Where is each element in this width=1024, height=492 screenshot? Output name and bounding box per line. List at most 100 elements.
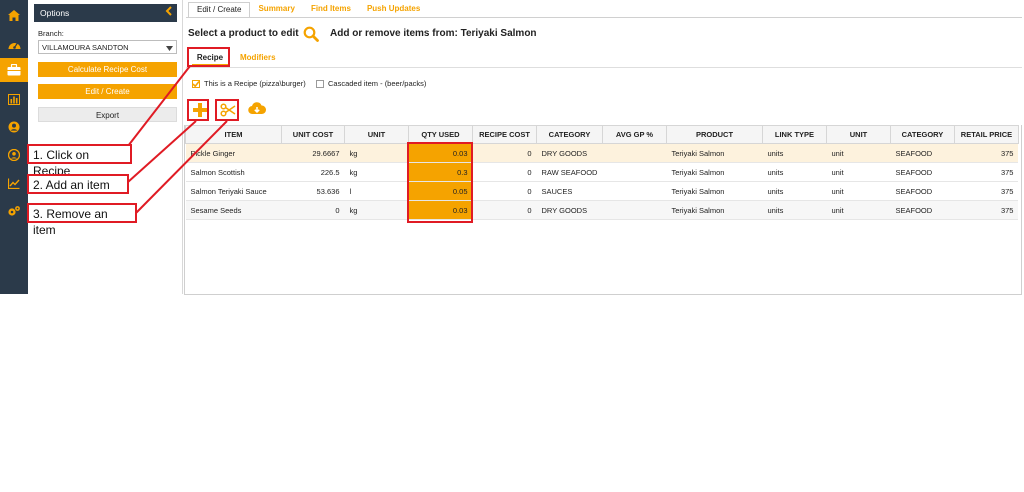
column-header[interactable]: CATEGORY <box>536 125 603 144</box>
cell-product-category: SEAFOOD <box>890 200 955 220</box>
bar-chart-icon[interactable] <box>7 92 21 106</box>
branch-select[interactable]: VILLAMOURA SANDTON <box>38 40 177 54</box>
column-header[interactable]: CATEGORY <box>889 125 955 144</box>
main-tabs: Edit / Create Summary Find Items Push Up… <box>188 2 428 17</box>
settings-icon[interactable] <box>7 204 21 218</box>
cell-link-type: units <box>762 162 827 182</box>
cell-retail-price: 375 <box>954 200 1019 220</box>
cell-avg-gp <box>602 162 667 182</box>
cell-item: Salmon Teriyaki Sauce <box>185 181 282 201</box>
cell-product-unit: unit <box>826 200 891 220</box>
cell-recipe-cost: 0 <box>472 162 537 182</box>
table-row[interactable]: Pickle Ginger 29.6667 kg 0.03 0 DRY GOOD… <box>185 143 1019 163</box>
cell-unit: kg <box>344 200 409 220</box>
tab-push-updates[interactable]: Push Updates <box>359 2 428 17</box>
cell-product: Teriyaki Salmon <box>666 200 763 220</box>
branch-value: VILLAMOURA SANDTON <box>42 43 129 52</box>
cell-avg-gp <box>602 143 667 163</box>
cell-retail-price: 375 <box>954 162 1019 182</box>
icon-rail <box>0 0 28 294</box>
cell-unit-cost: 29.6667 <box>281 143 345 163</box>
add-item-highlight-box <box>187 99 209 121</box>
column-header[interactable]: ITEM <box>185 125 282 144</box>
recipe-highlight-box <box>187 47 230 67</box>
table-header-row: ITEM UNIT COST UNIT QTY USED RECIPE COST… <box>185 125 1019 144</box>
cell-recipe-cost: 0 <box>472 143 537 163</box>
subtab-modifiers[interactable]: Modifiers <box>240 52 276 66</box>
column-header[interactable]: RETAIL PRICE <box>953 125 1019 144</box>
cell-link-type: units <box>762 181 827 201</box>
cell-unit-cost: 0 <box>281 200 345 220</box>
table-row[interactable]: Sesame Seeds 0 kg 0.03 0 DRY GOODS Teriy… <box>185 200 1019 220</box>
add-remove-title: Add or remove items from: Teriyaki Salmo… <box>330 28 537 39</box>
cell-item: Sesame Seeds <box>185 200 282 220</box>
column-header[interactable]: QTY USED <box>408 125 473 144</box>
account-icon[interactable] <box>7 148 21 162</box>
cell-category: DRY GOODS <box>536 143 603 163</box>
column-header[interactable]: PRODUCT <box>665 125 763 144</box>
tab-summary[interactable]: Summary <box>250 2 302 17</box>
cell-product-category: SEAFOOD <box>890 162 955 182</box>
remove-item-highlight-box <box>215 99 239 121</box>
cell-item: Pickle Ginger <box>185 143 282 163</box>
cell-link-type: units <box>762 143 827 163</box>
column-header[interactable]: UNIT COST <box>281 125 345 144</box>
collapse-chevron-icon[interactable] <box>165 6 173 18</box>
cell-link-type: units <box>762 200 827 220</box>
branch-label: Branch: <box>38 29 64 38</box>
cell-item: Salmon Scottish <box>185 162 282 182</box>
tabs-divider <box>186 17 1022 18</box>
cell-category: SAUCES <box>536 181 603 201</box>
cell-product-category: SEAFOOD <box>890 143 955 163</box>
dashboard-icon[interactable] <box>7 37 21 51</box>
is-recipe-label: This is a Recipe (pizza\burger) <box>204 79 306 88</box>
is-recipe-checkbox[interactable] <box>192 79 200 88</box>
column-header[interactable]: AVG GP % <box>601 125 667 144</box>
briefcase-icon[interactable] <box>0 58 28 82</box>
cell-unit-cost: 226.5 <box>281 162 345 182</box>
cascaded-checkbox[interactable] <box>316 79 324 88</box>
cell-unit: kg <box>344 143 409 163</box>
subtabs-divider <box>186 67 1022 68</box>
column-header[interactable]: UNIT <box>344 125 409 144</box>
cell-avg-gp <box>602 181 667 201</box>
cell-product: Teriyaki Salmon <box>666 181 763 201</box>
calculate-recipe-cost-button[interactable]: Calculate Recipe Cost <box>38 62 177 77</box>
cell-unit: kg <box>344 162 409 182</box>
column-header[interactable]: LINK TYPE <box>761 125 827 144</box>
select-product-title: Select a product to edit <box>188 28 299 39</box>
edit-create-button[interactable]: Edit / Create <box>38 84 177 99</box>
cell-product: Teriyaki Salmon <box>666 143 763 163</box>
cell-category: RAW SEAFOOD <box>536 162 603 182</box>
trend-chart-icon[interactable] <box>7 176 21 190</box>
tab-find-items[interactable]: Find Items <box>303 2 359 17</box>
options-title: Options <box>40 8 70 18</box>
cell-avg-gp <box>602 200 667 220</box>
cell-recipe-cost: 0 <box>472 200 537 220</box>
cascaded-label: Cascaded item - (beer/packs) <box>328 79 427 88</box>
cell-product-unit: unit <box>826 181 891 201</box>
table-row[interactable]: Salmon Teriyaki Sauce 53.636 l 0.05 0 SA… <box>185 181 1019 201</box>
cell-retail-price: 375 <box>954 143 1019 163</box>
cell-recipe-cost: 0 <box>472 181 537 201</box>
cell-product: Teriyaki Salmon <box>666 162 763 182</box>
callout-click-on-recipe: 1. Click on Recipe <box>27 144 132 178</box>
tab-edit-create[interactable]: Edit / Create <box>188 2 251 17</box>
user-circle-icon[interactable] <box>7 120 21 134</box>
export-button[interactable]: Export <box>38 107 177 122</box>
table-row[interactable]: Salmon Scottish 226.5 kg 0.3 0 RAW SEAFO… <box>185 162 1019 182</box>
cell-product-category: SEAFOOD <box>890 181 955 201</box>
search-icon[interactable] <box>303 26 319 42</box>
home-icon[interactable] <box>7 8 21 22</box>
column-header[interactable]: RECIPE COST <box>472 125 537 144</box>
is-recipe-option[interactable]: This is a Recipe (pizza\burger) <box>192 79 306 88</box>
cell-unit: l <box>344 181 409 201</box>
cascaded-option[interactable]: Cascaded item - (beer/packs) <box>316 79 426 88</box>
qty-used-highlight-box <box>407 142 473 223</box>
options-header: Options <box>34 4 177 22</box>
cell-product-unit: unit <box>826 143 891 163</box>
callout-remove-an-item: 3. Remove an item <box>27 203 137 237</box>
recipe-items-table: ITEM UNIT COST UNIT QTY USED RECIPE COST… <box>185 125 1019 220</box>
cloud-download-icon[interactable] <box>248 101 267 117</box>
column-header[interactable]: UNIT <box>825 125 891 144</box>
